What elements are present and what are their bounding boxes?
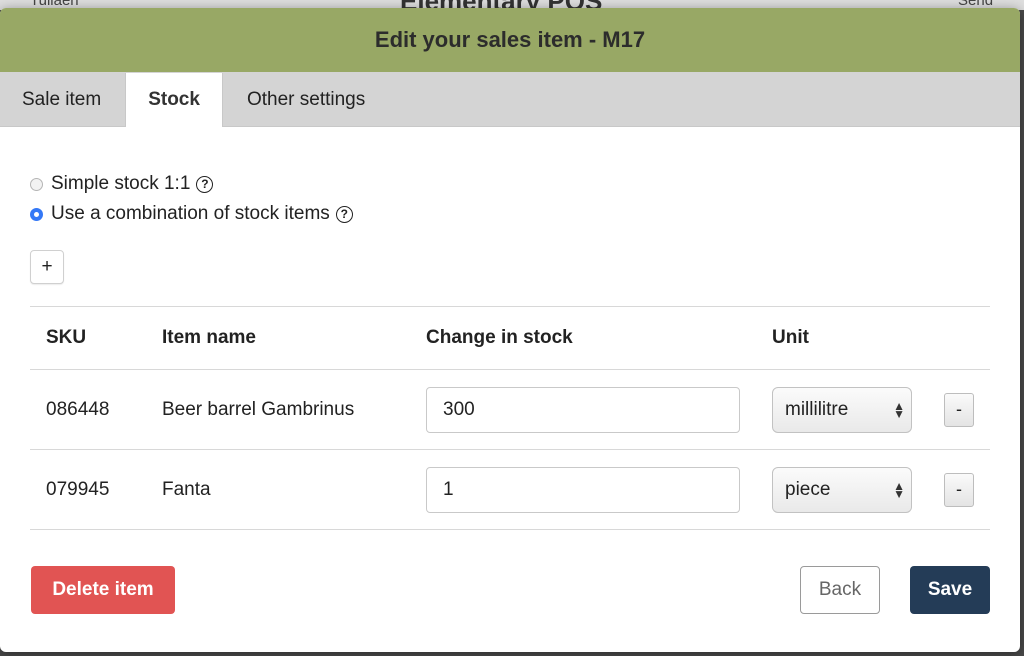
unit-select-value: piece — [785, 478, 831, 500]
tab-bar: Sale item Stock Other settings — [0, 72, 1020, 127]
remove-row-button[interactable]: - — [944, 472, 974, 507]
save-button[interactable]: Save — [910, 566, 990, 614]
tab-stock[interactable]: Stock — [125, 73, 223, 127]
table-row: 086448 Beer barrel Gambrinus millilitre … — [30, 369, 990, 450]
column-header-unit: Unit — [756, 306, 928, 370]
row-change-cell — [410, 449, 756, 530]
delete-item-button[interactable]: Delete item — [31, 566, 175, 614]
back-button[interactable]: Back — [800, 566, 880, 614]
column-header-sku: SKU — [30, 306, 146, 370]
column-header-item-name: Item name — [146, 306, 410, 370]
tab-other-settings[interactable]: Other settings — [225, 73, 387, 126]
table-header-row: SKU Item name Change in stock Unit — [30, 306, 990, 370]
row-item-name: Beer barrel Gambrinus — [146, 369, 410, 450]
add-stock-item-button[interactable]: + — [30, 250, 64, 284]
change-in-stock-input[interactable] — [426, 466, 740, 513]
row-actions-cell: - — [928, 449, 990, 530]
stock-tab-content: Simple stock 1:1 ? Use a combination of … — [0, 127, 1020, 530]
row-actions-cell: - — [928, 369, 990, 450]
combination-stock-radio[interactable] — [30, 207, 43, 221]
row-sku: 086448 — [30, 369, 146, 450]
row-sku: 079945 — [30, 449, 146, 530]
unit-select[interactable]: piece ▲ ▼ — [772, 466, 912, 513]
table-row: 079945 Fanta piece ▲▼ - — [30, 449, 990, 530]
updown-arrows-icon: ▲ ▼ — [893, 398, 905, 421]
simple-stock-option[interactable]: Simple stock 1:1 ? — [30, 169, 990, 199]
unit-select[interactable]: millilitre ▲ ▼ — [772, 386, 912, 433]
remove-row-button[interactable]: - — [944, 392, 974, 427]
row-change-cell — [410, 369, 756, 450]
row-item-name: Fanta — [146, 449, 410, 530]
question-circle-icon[interactable]: ? — [335, 205, 353, 223]
edit-sales-item-dialog: Edit your sales item - M17 Sale item Sto… — [0, 8, 1020, 652]
question-circle-icon[interactable]: ? — [196, 175, 214, 193]
combination-stock-label: Use a combination of stock items — [51, 203, 330, 224]
change-in-stock-input[interactable] — [426, 386, 740, 433]
column-header-actions — [928, 306, 990, 370]
column-header-change-in-stock: Change in stock — [410, 306, 756, 370]
combination-stock-option[interactable]: Use a combination of stock items ? — [30, 199, 990, 229]
tab-sale-item[interactable]: Sale item — [0, 73, 123, 126]
row-unit-cell: millilitre ▲ ▼ — [756, 369, 928, 450]
unit-select-value: millilitre — [785, 398, 849, 420]
row-unit-cell: piece ▲ ▼ — [756, 449, 928, 530]
simple-stock-radio[interactable] — [30, 177, 43, 191]
simple-stock-label: Simple stock 1:1 — [51, 173, 191, 194]
dialog-title: Edit your sales item - M17 — [374, 27, 646, 52]
dialog-header: Edit your sales item - M17 — [0, 8, 1020, 72]
stock-items-table: SKU Item name Change in stock Unit 08644… — [30, 306, 990, 530]
updown-arrows-icon: ▲ ▼ — [893, 478, 905, 501]
